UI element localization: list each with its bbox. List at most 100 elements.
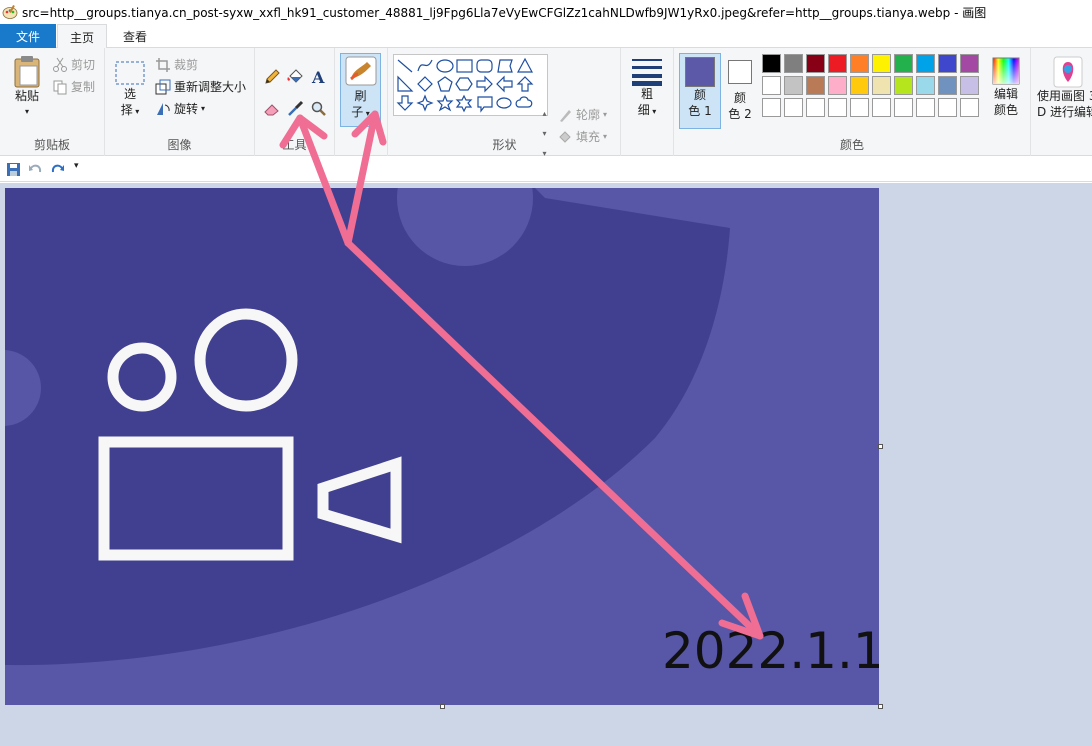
color-swatch[interactable] bbox=[762, 76, 781, 95]
resize-button[interactable]: 重新调整大小 bbox=[155, 78, 246, 95]
color-swatch[interactable] bbox=[828, 98, 847, 117]
six-point-star-shape-icon bbox=[455, 94, 473, 113]
resize-handle-corner[interactable] bbox=[878, 704, 883, 709]
color-picker-icon[interactable] bbox=[286, 100, 304, 118]
rectangle-shape-icon bbox=[456, 59, 473, 73]
brushes-button[interactable]: 刷 子 ▾ bbox=[340, 53, 381, 127]
clipboard-group-label: 剪贴板 bbox=[33, 138, 70, 152]
color-swatch[interactable] bbox=[960, 76, 979, 95]
resize-handle-bottom[interactable] bbox=[440, 704, 445, 709]
eraser-icon[interactable] bbox=[263, 100, 281, 118]
color-swatch[interactable] bbox=[806, 54, 825, 73]
color-swatch[interactable] bbox=[916, 54, 935, 73]
color-swatch[interactable] bbox=[894, 54, 913, 73]
color-swatch[interactable] bbox=[872, 76, 891, 95]
copy-label: 复制 bbox=[71, 80, 96, 94]
paint3d-button[interactable]: 使用画图 3 D 进行编辑 bbox=[1035, 56, 1092, 120]
color-swatch[interactable] bbox=[872, 54, 891, 73]
color-swatch[interactable] bbox=[938, 76, 957, 95]
down-arrow-shape-icon bbox=[396, 95, 414, 111]
rounded-callout-shape-icon bbox=[477, 96, 493, 113]
shapes-gallery-icons bbox=[396, 57, 534, 113]
select-button[interactable]: 选 择 ▾ bbox=[113, 60, 147, 120]
shapes-group-label: 形状 bbox=[492, 138, 517, 152]
brushes-dropdown-icon[interactable]: ▾ bbox=[363, 109, 370, 118]
tab-file[interactable]: 文件 bbox=[0, 24, 56, 48]
quick-access-toolbar: ▾ bbox=[0, 157, 1092, 182]
color-swatch[interactable] bbox=[784, 54, 803, 73]
color-swatch[interactable] bbox=[916, 98, 935, 117]
color-swatch[interactable] bbox=[850, 76, 869, 95]
magnifier-icon[interactable] bbox=[310, 100, 328, 118]
tab-home[interactable]: 主页 bbox=[57, 24, 107, 49]
resize-handle-right[interactable] bbox=[878, 444, 883, 449]
color-swatch[interactable] bbox=[762, 54, 781, 73]
resize-icon bbox=[155, 79, 171, 95]
color2-label-1: 颜 bbox=[733, 91, 746, 105]
paste-button[interactable]: 粘贴 ▾ bbox=[8, 54, 46, 120]
save-icon[interactable] bbox=[6, 162, 21, 177]
svg-text:A: A bbox=[311, 68, 325, 86]
outline-label: 轮廓 bbox=[576, 108, 601, 122]
color-swatch[interactable] bbox=[960, 54, 979, 73]
color-swatch[interactable] bbox=[828, 54, 847, 73]
color2-label-2: 色 2 bbox=[728, 107, 752, 121]
paint-app-icon[interactable] bbox=[2, 4, 18, 20]
brushes-label-2: 子 bbox=[351, 105, 364, 119]
ribbon-tab-row: 文件 主页 查看 bbox=[0, 24, 1092, 49]
size-button[interactable]: 粗 细 ▾ bbox=[626, 56, 668, 120]
customize-qat-icon[interactable]: ▾ bbox=[74, 161, 79, 171]
edit-colors-label-2: 颜色 bbox=[993, 103, 1018, 117]
color1-swatch bbox=[685, 57, 715, 87]
crop-button[interactable]: 裁剪 bbox=[155, 56, 198, 73]
color-swatch[interactable] bbox=[938, 98, 957, 117]
tools-group-label: 工具 bbox=[282, 138, 307, 152]
redo-icon[interactable] bbox=[50, 162, 65, 177]
color1-label-1: 颜 bbox=[693, 88, 706, 102]
color-swatch[interactable] bbox=[850, 54, 869, 73]
outline-button[interactable]: 轮廓 ▾ bbox=[557, 106, 607, 123]
edit-colors-button[interactable]: 编辑 颜色 bbox=[986, 56, 1026, 118]
copy-button[interactable]: 复制 bbox=[52, 78, 95, 95]
rotate-label: 旋转 bbox=[174, 102, 199, 116]
text-tool-icon[interactable]: A bbox=[310, 68, 328, 86]
outline-dropdown-icon[interactable]: ▾ bbox=[603, 110, 607, 119]
color-swatch[interactable] bbox=[960, 98, 979, 117]
color-spectrum-icon bbox=[992, 57, 1020, 85]
color-swatch[interactable] bbox=[828, 76, 847, 95]
paste-dropdown-icon[interactable]: ▾ bbox=[25, 104, 29, 120]
color2-button[interactable]: 颜 色 2 bbox=[724, 54, 756, 122]
color-swatch[interactable] bbox=[938, 54, 957, 73]
color-swatch[interactable] bbox=[850, 98, 869, 117]
color-swatch[interactable] bbox=[894, 76, 913, 95]
color-swatch[interactable] bbox=[916, 76, 935, 95]
diamond-shape-icon bbox=[417, 76, 433, 92]
tab-view[interactable]: 查看 bbox=[110, 24, 160, 48]
color-swatch[interactable] bbox=[894, 98, 913, 117]
select-dropdown-icon[interactable]: ▾ bbox=[133, 107, 139, 116]
fill-bucket-icon[interactable] bbox=[286, 68, 304, 86]
image-group-label: 图像 bbox=[167, 138, 192, 152]
undo-icon[interactable] bbox=[28, 162, 43, 177]
rotate-dropdown-icon[interactable]: ▾ bbox=[201, 104, 205, 113]
rotate-button[interactable]: 旋转 ▾ bbox=[155, 100, 205, 117]
triangle-shape-icon bbox=[516, 57, 534, 73]
color-swatch[interactable] bbox=[784, 98, 803, 117]
color-swatch[interactable] bbox=[806, 76, 825, 95]
canvas-image[interactable]: 2022.1.1 bbox=[5, 188, 879, 705]
copy-icon bbox=[52, 79, 68, 95]
shapes-gallery[interactable] bbox=[393, 54, 548, 116]
four-point-star-shape-icon bbox=[416, 94, 434, 112]
crop-label: 裁剪 bbox=[174, 58, 199, 72]
size-dropdown-icon[interactable]: ▾ bbox=[650, 107, 656, 116]
color-swatch[interactable] bbox=[784, 76, 803, 95]
cut-button[interactable]: 剪切 bbox=[52, 56, 95, 73]
scissors-icon bbox=[52, 57, 68, 73]
color1-button[interactable]: 颜 色 1 bbox=[679, 53, 721, 129]
color-swatch[interactable] bbox=[872, 98, 891, 117]
oval-callout-shape-icon bbox=[496, 97, 512, 109]
up-arrow-shape-icon bbox=[516, 76, 534, 92]
color-swatch[interactable] bbox=[806, 98, 825, 117]
color-swatch[interactable] bbox=[762, 98, 781, 117]
pencil-icon[interactable] bbox=[263, 68, 281, 86]
